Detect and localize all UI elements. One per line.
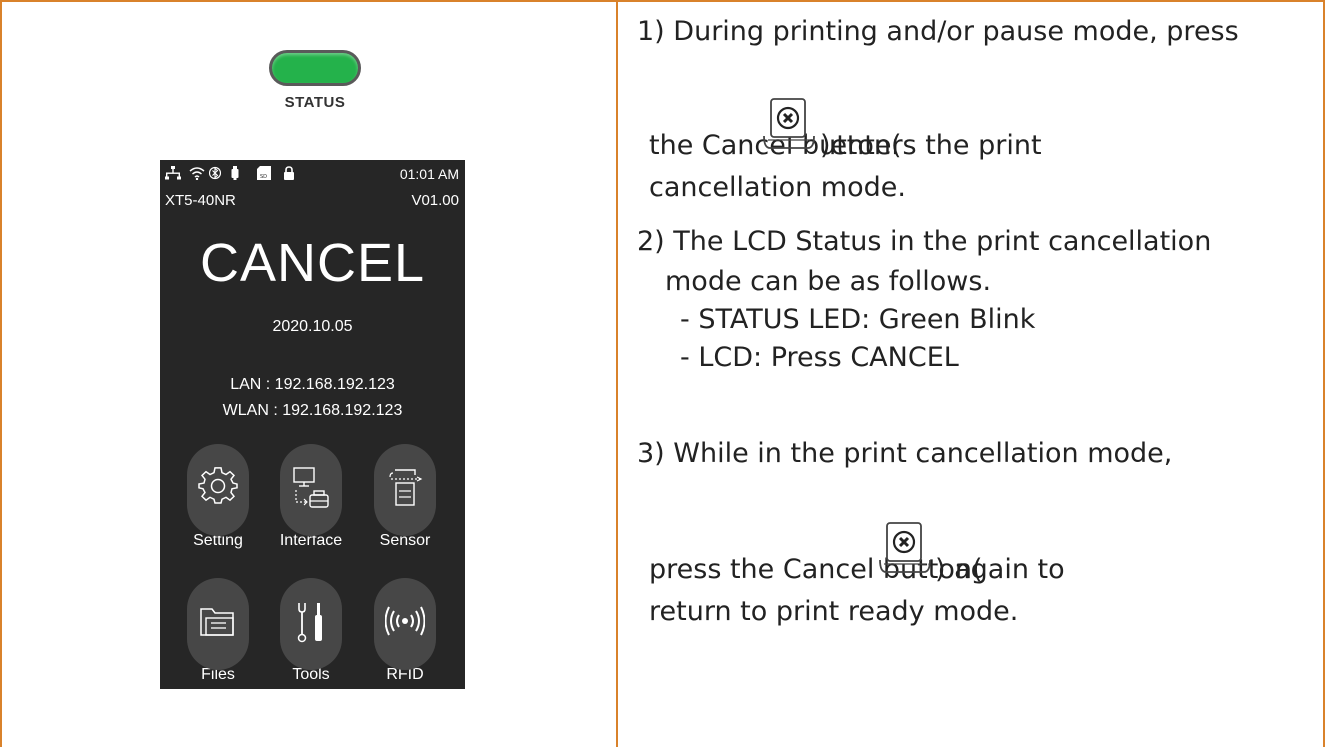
menu-tools-bg <box>280 578 342 670</box>
menu-sensor-bg <box>374 444 436 536</box>
lcd-screen: SD 01:01 AM XT5-40NR V01.00 CANCEL 2020.… <box>160 160 465 689</box>
tools-icon <box>297 603 322 643</box>
gear-icon <box>198 467 238 504</box>
status-led <box>269 50 361 86</box>
lcd-date: 2020.10.05 <box>272 318 353 335</box>
menu-interface[interactable]: Interface <box>261 444 361 550</box>
step1-line3: cancellation mode. <box>649 172 906 203</box>
wifi-icon <box>189 167 205 180</box>
status-led-label: STATUS <box>284 94 346 111</box>
usb-icon <box>231 166 239 180</box>
step1-line1: 1) During printing and/or pause mode, pr… <box>637 16 1239 47</box>
step1-line2b: )enters the print <box>820 130 1042 161</box>
step2-bullet2: - LCD: Press CANCEL <box>680 342 959 373</box>
sensor-icon <box>389 469 423 506</box>
lock-icon <box>284 166 294 180</box>
menu-rfid-bg <box>374 578 436 670</box>
lcd-wlan-address: WLAN : 192.168.192.123 <box>222 402 403 419</box>
step3-line1: 3) While in the print cancellation mode, <box>637 438 1173 469</box>
lcd-firmware-version: V01.00 <box>411 192 459 209</box>
lcd-status-bar: SD 01:01 AM <box>165 164 459 184</box>
menu-interface-bg <box>280 444 342 536</box>
interface-icon <box>293 467 329 508</box>
status-led-group: STATUS <box>255 50 375 111</box>
menu-setting-bg <box>187 444 249 536</box>
menu-rfid[interactable]: RFID <box>355 578 455 684</box>
menu-files[interactable]: Files <box>168 578 268 684</box>
step2-line1: 2) The LCD Status in the print cancellat… <box>637 226 1212 257</box>
menu-tools[interactable]: Tools <box>261 578 361 684</box>
lcd-mode-text: CANCEL <box>199 233 426 293</box>
bluetooth-icon <box>209 166 221 180</box>
lcd-lan-address: LAN : 192.168.192.123 <box>230 376 395 393</box>
network-icon <box>165 166 181 180</box>
step3-line2b: ) again to <box>935 554 1065 585</box>
column-divider <box>616 0 618 747</box>
menu-sensor[interactable]: Sensor <box>355 444 455 550</box>
lcd-time: 01:01 AM <box>399 166 459 182</box>
menu-files-bg <box>187 578 249 670</box>
step3-line3: return to print ready mode. <box>649 596 1019 627</box>
folder-icon <box>200 608 234 636</box>
rfid-icon <box>385 606 425 636</box>
lcd-model-name: XT5-40NR <box>165 192 236 209</box>
step2-bullet1: - STATUS LED: Green Blink <box>680 304 1036 335</box>
cancel-button-icon <box>762 96 816 152</box>
sd-card-icon: SD <box>257 166 271 180</box>
svg-text:SD: SD <box>260 174 267 180</box>
step3-line2a: press the Cancel button( <box>649 554 983 585</box>
menu-setting[interactable]: Setting <box>168 444 268 550</box>
step2-line2: mode can be as follows. <box>665 266 992 297</box>
cancel-button-icon-2 <box>878 520 932 576</box>
